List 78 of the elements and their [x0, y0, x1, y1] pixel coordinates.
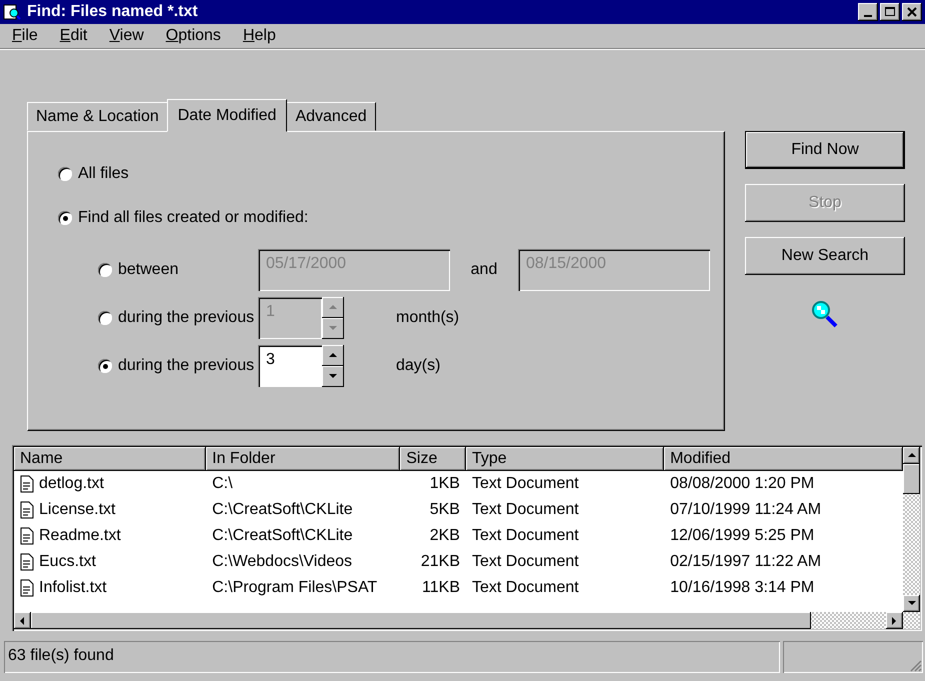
unit-label: day(s) [396, 357, 440, 375]
table-cell: Text Document [472, 579, 579, 597]
table-cell[interactable]: Readme.txt [39, 527, 121, 545]
window-title: Find: Files named *.txt [27, 3, 199, 21]
scroll-right-button[interactable] [886, 612, 903, 629]
radio-label: All files [78, 165, 129, 183]
table-cell[interactable]: detlog.txt [39, 475, 104, 493]
scroll-left-button[interactable] [14, 612, 31, 629]
status-text: 63 file(s) found [4, 641, 780, 673]
table-cell: Text Document [472, 501, 579, 519]
table-cell: 10/16/1998 3:14 PM [670, 579, 814, 597]
table-cell: 12/06/1999 5:25 PM [670, 527, 814, 545]
column-header[interactable]: Size [400, 447, 466, 471]
column-header[interactable]: In Folder [206, 447, 400, 471]
menu-item[interactable]: Edit [60, 27, 88, 45]
table-cell: C:\CreatSoft\CKLite [212, 501, 353, 519]
table-cell: 5KB [430, 501, 460, 519]
radio-label: during the previous [118, 309, 256, 327]
spin-up-button[interactable] [322, 345, 344, 366]
menu-item[interactable]: View [109, 27, 144, 45]
radio-label: between [118, 261, 180, 279]
close-button[interactable] [902, 3, 922, 21]
menu-item[interactable]: Options [166, 27, 221, 45]
tab[interactable]: Date Modified [166, 99, 288, 132]
spin-up-button[interactable] [322, 297, 344, 318]
table-cell: 21KB [420, 553, 460, 571]
table-cell: Text Document [472, 553, 579, 571]
table-cell: C:\Program Files\PSAT [212, 579, 378, 597]
column-header[interactable]: Name [14, 447, 206, 471]
action-button[interactable]: New Search [745, 237, 905, 275]
unit-label: month(s) [396, 309, 460, 327]
text-file-icon [20, 475, 34, 493]
menu-item[interactable]: File [12, 27, 38, 45]
text-file-icon [20, 501, 34, 519]
scroll-thumb[interactable] [903, 464, 920, 494]
spin-down-button[interactable] [322, 366, 344, 387]
radio-button[interactable] [58, 167, 72, 181]
minimize-icon [864, 14, 872, 16]
table-cell[interactable]: License.txt [39, 501, 116, 519]
text-file-icon [20, 553, 34, 571]
resize-grip-icon[interactable] [910, 660, 922, 672]
table-cell: 08/08/2000 1:20 PM [670, 475, 814, 493]
scroll-down-button[interactable] [903, 595, 920, 612]
table-cell: Text Document [472, 475, 579, 493]
table-cell: C:\Webdocs\Videos [212, 553, 352, 571]
tab[interactable]: Name & Location [27, 102, 168, 131]
close-icon [907, 7, 917, 17]
column-header[interactable]: Type [466, 447, 664, 471]
column-header[interactable]: Modified [664, 447, 903, 471]
maximize-icon [885, 7, 895, 17]
radio-label: during the previous [118, 357, 256, 375]
scroll-up-button[interactable] [903, 447, 920, 464]
table-cell: C:\ [212, 475, 233, 493]
table-cell[interactable]: Eucs.txt [39, 553, 96, 571]
spin-down-button[interactable] [322, 318, 344, 339]
vertical-scrollbar[interactable] [903, 447, 920, 612]
minimize-button[interactable] [858, 3, 878, 21]
table-cell: 2KB [430, 527, 460, 545]
table-cell: C:\CreatSoft\CKLite [212, 527, 353, 545]
and-label: and [470, 261, 498, 279]
find-file-icon [3, 4, 21, 20]
maximize-button[interactable] [880, 3, 900, 21]
table-cell[interactable]: Infolist.txt [39, 579, 107, 597]
table-cell: 11KB [422, 579, 460, 597]
text-file-icon [20, 579, 34, 597]
table-cell: 1KB [430, 475, 460, 493]
magnifier-icon [811, 300, 839, 330]
table-cell: Text Document [472, 527, 579, 545]
action-button[interactable]: Find Now [745, 131, 905, 169]
table-cell: 02/15/1997 11:22 AM [670, 553, 822, 571]
table-cell: 07/10/1999 11:24 AM [670, 501, 822, 519]
menu-item[interactable]: Help [242, 27, 276, 45]
text-file-icon [20, 527, 34, 545]
tab[interactable]: Advanced [286, 102, 376, 131]
radio-label: Find all files created or modified: [78, 209, 308, 227]
number-field[interactable]: 3 [258, 345, 322, 387]
radio-button[interactable] [98, 359, 112, 373]
radio-button[interactable] [58, 211, 72, 225]
